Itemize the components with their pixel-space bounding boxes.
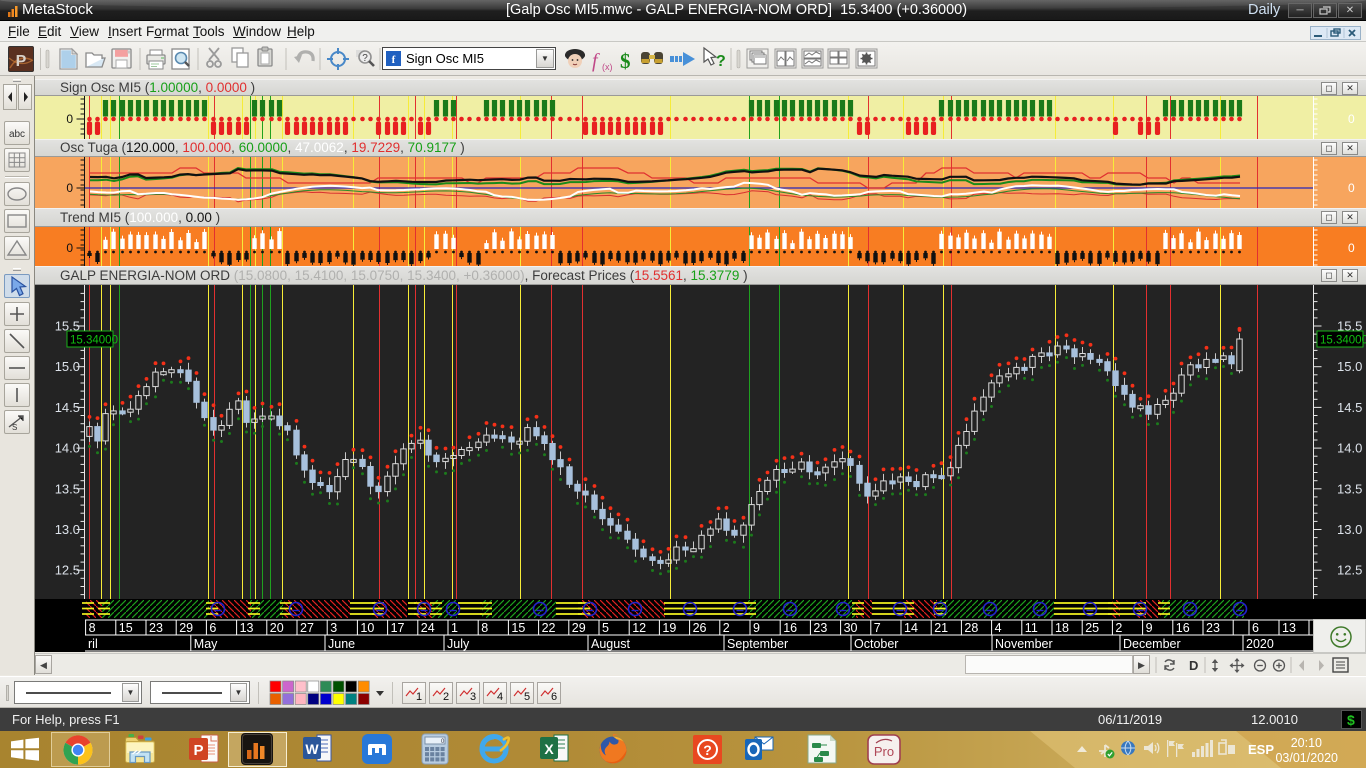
svg-text:19: 19 <box>662 621 676 635</box>
svg-text:abc: abc <box>9 129 25 140</box>
svg-text:18: 18 <box>1055 621 1069 635</box>
svg-text:24: 24 <box>421 621 435 635</box>
svg-text:1: 1 <box>451 621 458 635</box>
svg-text:6: 6 <box>209 621 216 635</box>
svg-text:23: 23 <box>1206 621 1220 635</box>
svg-text:29: 29 <box>179 621 193 635</box>
svg-text:November: November <box>995 637 1053 651</box>
svg-text:14: 14 <box>904 621 918 635</box>
svg-text:4: 4 <box>995 621 1002 635</box>
svg-text:21: 21 <box>934 621 948 635</box>
svg-text:2: 2 <box>1115 621 1122 635</box>
svg-text:14.0: 14.0 <box>1337 441 1362 456</box>
svg-text:20: 20 <box>270 621 284 635</box>
svg-text:3: 3 <box>330 621 337 635</box>
svg-text:15.34000: 15.34000 <box>1320 335 1366 347</box>
svg-text:5: 5 <box>524 691 530 703</box>
svg-text:f: f <box>592 50 600 72</box>
svg-text:12.5: 12.5 <box>1337 563 1362 578</box>
svg-text:2020: 2020 <box>1246 637 1274 651</box>
svg-text:13.0: 13.0 <box>55 522 80 537</box>
svg-text:D: D <box>1189 658 1198 673</box>
svg-text:23: 23 <box>813 621 827 635</box>
svg-text:15.0: 15.0 <box>1337 359 1362 374</box>
svg-text:P: P <box>16 53 27 70</box>
svg-text:17: 17 <box>391 621 405 635</box>
svg-text:May: May <box>194 637 218 651</box>
svg-text:15: 15 <box>511 621 525 635</box>
svg-text:15.0: 15.0 <box>55 359 80 374</box>
svg-text:13.5: 13.5 <box>1337 481 1362 496</box>
svg-text:8: 8 <box>481 621 488 635</box>
svg-text:December: December <box>1123 637 1181 651</box>
svg-text:9: 9 <box>1146 621 1153 635</box>
svg-text:4: 4 <box>497 691 503 703</box>
svg-text:0: 0 <box>1348 112 1355 126</box>
svg-text:25: 25 <box>1085 621 1099 635</box>
svg-text:13.5: 13.5 <box>55 481 80 496</box>
svg-text:?: ? <box>703 742 712 758</box>
svg-text:6: 6 <box>1252 621 1259 635</box>
svg-text:?: ? <box>362 53 368 64</box>
svg-text:0: 0 <box>66 112 73 126</box>
svg-text:14.5: 14.5 <box>55 400 80 415</box>
svg-text:ril: ril <box>88 637 98 651</box>
svg-text:ESP: ESP <box>1248 742 1274 757</box>
svg-text:12: 12 <box>632 621 646 635</box>
svg-text:X: X <box>544 741 554 757</box>
svg-text:22: 22 <box>542 621 556 635</box>
svg-text:$: $ <box>620 49 631 73</box>
svg-text:1: 1 <box>416 691 422 703</box>
svg-text:23: 23 <box>149 621 163 635</box>
svg-text:9: 9 <box>753 621 760 635</box>
svg-text:14.5: 14.5 <box>1337 400 1362 415</box>
svg-text:(x): (x) <box>602 62 613 72</box>
svg-text:2: 2 <box>443 691 449 703</box>
svg-text:20:10: 20:10 <box>1291 736 1322 750</box>
svg-text:27: 27 <box>300 621 314 635</box>
svg-text:8: 8 <box>89 621 96 635</box>
svg-text:29: 29 <box>572 621 586 635</box>
svg-text:30: 30 <box>844 621 858 635</box>
svg-text:13.0: 13.0 <box>1337 522 1362 537</box>
svg-text:28: 28 <box>964 621 978 635</box>
svg-text:03/01/2020: 03/01/2020 <box>1275 751 1338 765</box>
svg-text:10: 10 <box>360 621 374 635</box>
svg-text:7: 7 <box>874 621 881 635</box>
svg-text:5: 5 <box>602 621 609 635</box>
svg-text:October: October <box>854 637 898 651</box>
svg-text:14.0: 14.0 <box>55 441 80 456</box>
svg-text:13: 13 <box>240 621 254 635</box>
svg-text:S: S <box>12 423 17 432</box>
svg-text:August: August <box>591 637 630 651</box>
svg-text:P: P <box>193 742 203 759</box>
svg-text:26: 26 <box>693 621 707 635</box>
svg-text:16: 16 <box>783 621 797 635</box>
svg-text:0: 0 <box>66 181 73 195</box>
svg-text:15.34000: 15.34000 <box>70 335 118 347</box>
svg-text:0: 0 <box>1348 181 1355 195</box>
svg-text:16: 16 <box>1176 621 1190 635</box>
svg-text:June: June <box>328 637 355 651</box>
svg-text:W: W <box>305 741 319 757</box>
svg-text:3: 3 <box>470 691 476 703</box>
svg-text:0: 0 <box>1348 241 1355 255</box>
svg-text:6: 6 <box>551 691 557 703</box>
svg-text:July: July <box>447 637 470 651</box>
svg-text:13: 13 <box>1282 621 1296 635</box>
svg-text:f: f <box>392 54 396 66</box>
svg-text:2: 2 <box>723 621 730 635</box>
svg-text:11: 11 <box>1025 621 1038 635</box>
svg-text:?: ? <box>716 53 726 70</box>
svg-text:0: 0 <box>66 241 73 255</box>
svg-text:September: September <box>727 637 788 651</box>
svg-text:15: 15 <box>119 621 133 635</box>
svg-text:Pro: Pro <box>874 744 894 759</box>
svg-text:12.5: 12.5 <box>55 563 80 578</box>
